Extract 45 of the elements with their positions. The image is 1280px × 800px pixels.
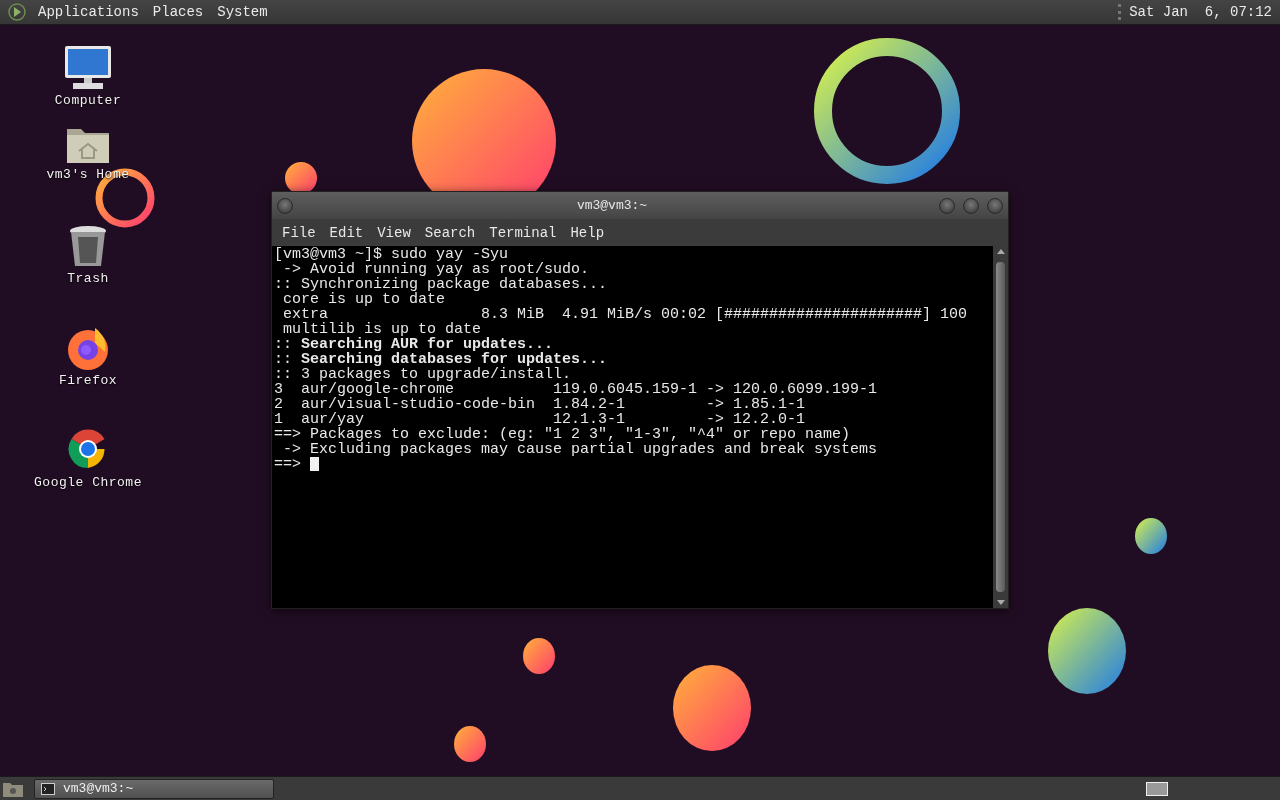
terminal-icon [41,782,55,795]
fox-globe-icon [65,325,111,371]
maximize-button[interactable] [963,197,979,214]
terminal-line: 1 aur/yay 12.1.3-1 -> 12.2.0-1 [274,412,806,427]
menu-item[interactable]: View [371,221,417,244]
minimize-button[interactable] [939,197,955,214]
terminal-line: core is up to date [282,292,446,307]
menu-item[interactable]: Edit [323,221,370,244]
desktop-icon-label[interactable]: Google Chrome [34,475,142,490]
window-title: vm3@vm3:~ [575,198,649,213]
menu-item[interactable]: File [276,221,322,244]
menu-item[interactable]: Terminal [483,221,563,244]
terminal-line: -> Avoid running yay as root/sudo. [283,262,590,277]
terminal-line: extra 8.3 MiB 4.91 MiB/s 00:02 [######################] 100 [282,307,968,322]
text-cursor [310,457,319,471]
terminal-line: [vm3@vm3 ~]$ sudo yay -Syu [274,247,509,262]
terminal-line: :: 3 packages to upgrade/install. [274,367,572,382]
terminal-line: :: Searching AUR for updates... [274,337,554,352]
desktop-icon-label[interactable]: Firefox [58,373,118,388]
monitor-icon [63,45,113,91]
terminal-line: :: Searching databases for updates... [274,352,608,367]
menu-item[interactable]: Help [564,221,611,244]
scroll-up-arrow-icon[interactable] [996,249,1005,254]
terminal-line: multilib is up to date [282,322,482,337]
terminal-line: -> Excluding packages may cause partial upgrades and break systems [282,442,878,457]
terminal-line: 3 aur/google-chrome 119.0.6045.159-1 -> 120.0.6099.199-1 [274,382,878,397]
scrollbar[interactable] [993,246,1008,608]
scroll-down-arrow-icon[interactable] [996,600,1005,605]
desktop-icon-label[interactable]: Computer [54,93,122,108]
clock[interactable]: Sat Jan 6, 07:12 [1118,4,1272,20]
panel-menu[interactable]: Applications [36,4,141,20]
desktop-icon-label[interactable]: Trash [67,271,109,286]
menu-logo-icon[interactable] [8,3,26,21]
trash-can-icon [68,225,108,269]
desktop-switcher-icon[interactable] [1146,781,1168,796]
panel-menu[interactable]: System [215,4,270,20]
terminal-line: 2 aur/visual-studio-code-bin 1.84.2-1 -> 1.85.1-1 [274,397,806,412]
menu-item[interactable]: Search [418,221,482,244]
panel-menu[interactable]: Places [150,4,206,20]
task-button[interactable]: vm3@vm3:~ [34,778,274,799]
terminal-line: ==> Packages to exclude: (eg: "1 2 3", "1-3", "^4" or repo name) [274,427,851,442]
close-button[interactable] [987,197,1003,214]
terminal-line: ==> [274,457,302,472]
window-menu-button[interactable] [277,197,293,214]
terminal-line: :: Synchronizing package databases... [274,277,608,292]
